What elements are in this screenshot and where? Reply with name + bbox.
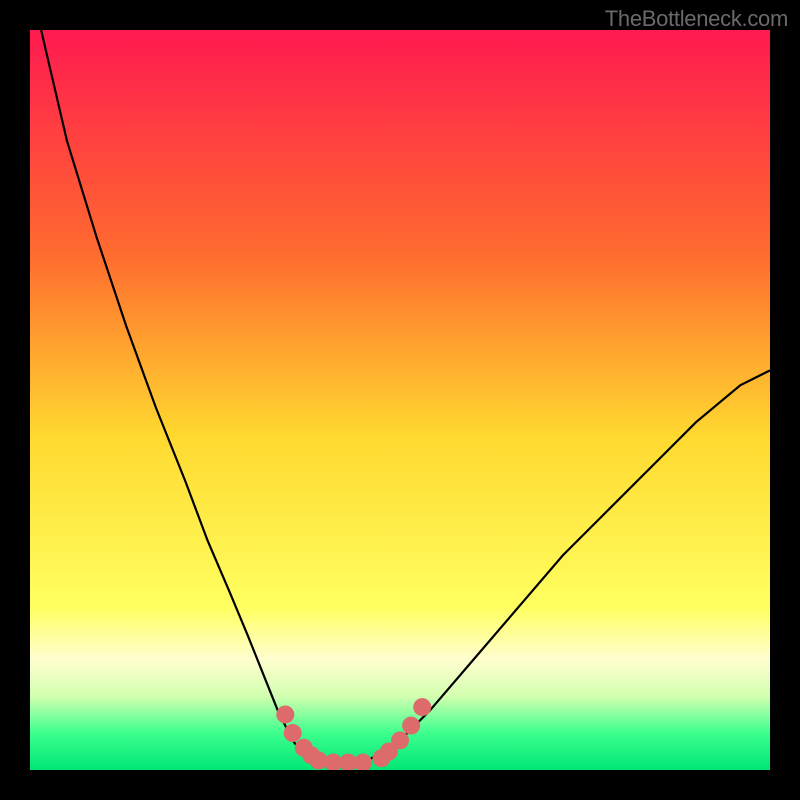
marker-dot: [284, 724, 302, 742]
chart-svg: [30, 30, 770, 770]
chart-background: [30, 30, 770, 770]
marker-dot: [276, 706, 294, 724]
marker-dot: [413, 698, 431, 716]
marker-dot: [391, 731, 409, 749]
watermark-text: TheBottleneck.com: [605, 6, 788, 32]
chart-plot: [30, 30, 770, 770]
marker-dot: [402, 717, 420, 735]
